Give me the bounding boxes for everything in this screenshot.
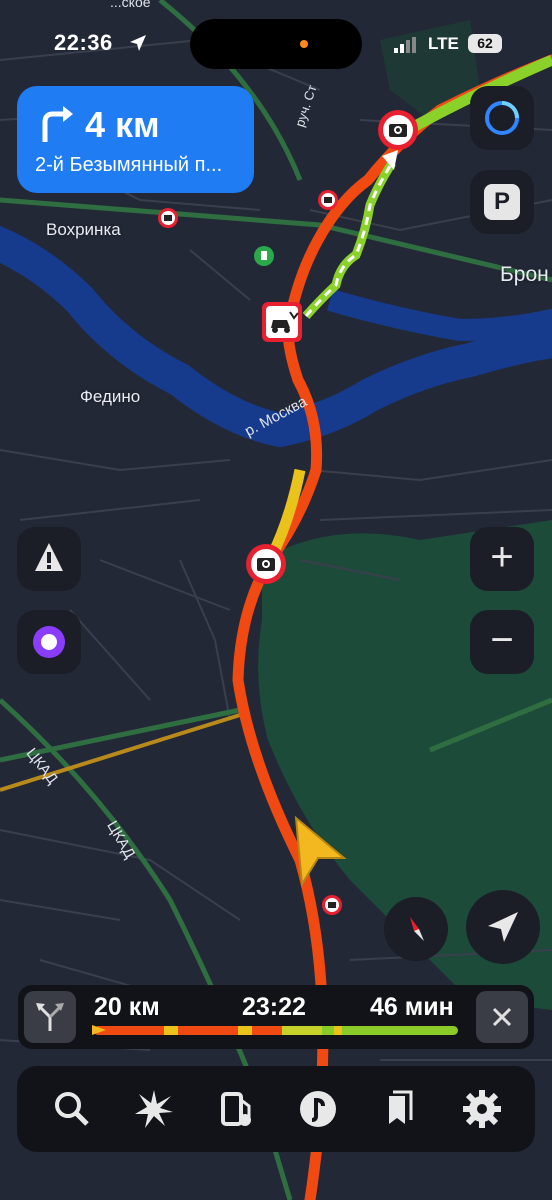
compass-button[interactable]: [384, 897, 448, 961]
alice-button[interactable]: [470, 86, 534, 150]
report-hazard-button[interactable]: [17, 527, 81, 591]
warning-icon: [35, 543, 63, 571]
turn-right-arrow-icon: [42, 106, 73, 142]
alice-icon: [33, 626, 65, 658]
alice-icon: [485, 101, 519, 135]
parking-icon: P: [484, 184, 520, 220]
dynamic-island: [190, 19, 362, 69]
accident-icon: [262, 302, 302, 342]
search-icon[interactable]: [49, 1086, 95, 1132]
location-arrow-icon: [130, 35, 146, 51]
maneuver-distance: 4 км: [85, 104, 160, 145]
network-type: LTE: [428, 34, 459, 53]
end-route-button[interactable]: [476, 991, 528, 1043]
maneuver-card[interactable]: 4 км 2-й Безымянный п...: [17, 86, 254, 193]
place-label: Брон: [500, 263, 549, 286]
place-label: Федино: [80, 387, 141, 406]
plus-icon: +: [490, 535, 514, 579]
place-label-cut: ...ское: [110, 0, 151, 10]
parking-button[interactable]: P: [470, 170, 534, 234]
battery-indicator: 62: [468, 34, 502, 53]
trip-remaining-time: 46 мин: [370, 993, 454, 1021]
trip-panel[interactable]: 20 км 23:22 46 мин: [18, 985, 534, 1049]
bookmarks-icon[interactable]: [377, 1086, 423, 1132]
minus-icon: −: [490, 618, 514, 662]
speed-camera-small-icon: [318, 190, 338, 210]
route-options-button[interactable]: [24, 991, 76, 1043]
settings-icon[interactable]: [459, 1086, 505, 1132]
bottom-toolbar: [17, 1066, 535, 1152]
status-time: 22:36: [54, 30, 113, 55]
speed-camera-icon: [246, 544, 286, 584]
traffic-progress-bar: [94, 1026, 458, 1035]
trip-arrival-time: 23:22: [242, 993, 306, 1021]
navigation-arrow-icon: [488, 912, 518, 942]
trip-remaining-distance: 20 км: [94, 993, 160, 1021]
discover-icon[interactable]: [131, 1086, 177, 1132]
zoom-out-button[interactable]: −: [470, 610, 534, 674]
speed-camera-icon: [378, 110, 418, 150]
close-icon: [492, 1007, 512, 1027]
gas-station-map-icon: [254, 246, 274, 266]
signal-icon: [394, 37, 416, 53]
speed-camera-small-icon: [158, 208, 178, 228]
fork-icon: [36, 1003, 64, 1031]
music-icon[interactable]: [295, 1086, 341, 1132]
privacy-indicator: [300, 40, 308, 48]
place-label: Вохринка: [46, 220, 121, 239]
gas-station-icon[interactable]: [213, 1086, 259, 1132]
compass-icon: [410, 917, 424, 941]
speed-camera-small-icon: [322, 895, 342, 915]
maneuver-street: 2-й Безымянный п...: [35, 154, 223, 176]
current-position-marker-icon: [92, 1025, 106, 1035]
locate-button[interactable]: [466, 890, 540, 964]
zoom-in-button[interactable]: +: [470, 527, 534, 591]
alice-voice-button[interactable]: [17, 610, 81, 674]
